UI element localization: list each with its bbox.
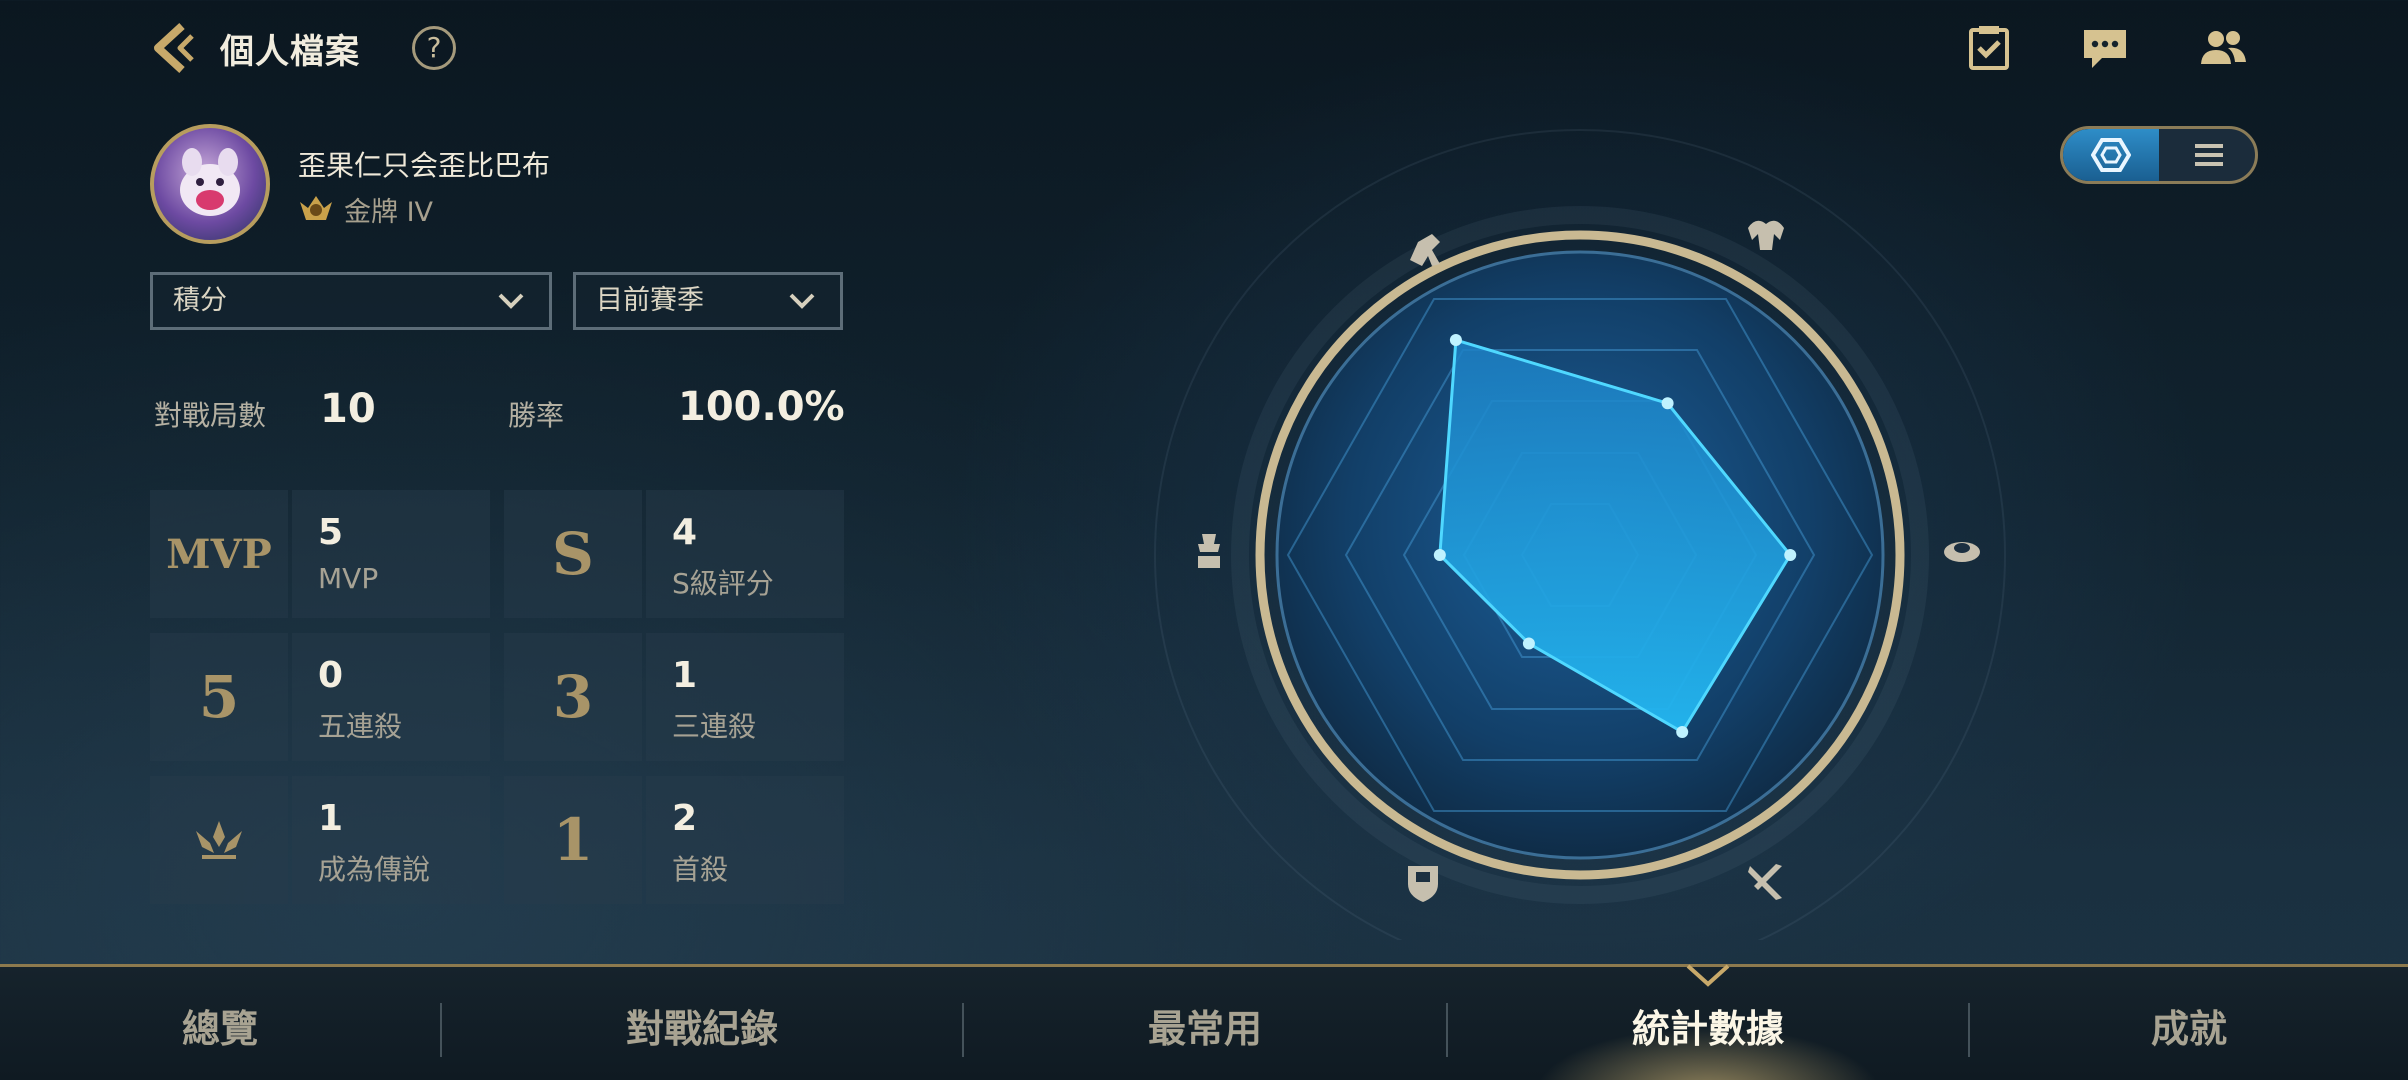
chevron-down-icon [789, 293, 815, 309]
stat-label: 首殺 [672, 853, 729, 886]
stat-value: 5 [318, 512, 344, 553]
stat-card-s-rank: 4 S級評分 [646, 490, 844, 618]
rank-label: 金牌 IV [344, 197, 434, 228]
tab-overview[interactable]: 總覽 [0, 967, 440, 1080]
legendary-icon [150, 776, 288, 904]
jungle-icon [1748, 864, 1782, 900]
penta-kill-icon: 5 [150, 633, 288, 761]
task-icon [1969, 26, 2009, 70]
radar-point-mage [1661, 397, 1674, 410]
stat-value: 1 [672, 655, 698, 696]
gold-rank-icon [296, 188, 336, 228]
page-title: 個人檔案 [220, 32, 360, 72]
matches-value: 10 [320, 386, 376, 432]
mode-select-value: 積分 [173, 285, 227, 316]
stat-label: 五連殺 [318, 710, 403, 743]
back-icon [154, 23, 194, 73]
s-rank-icon: S [504, 490, 642, 618]
season-select-value: 目前賽季 [596, 285, 704, 316]
friends-button[interactable] [2198, 24, 2248, 72]
back-button[interactable] [148, 18, 208, 78]
radar-view-button[interactable] [2063, 129, 2159, 181]
active-tab-indicator [1686, 964, 1730, 987]
friends-icon [2201, 31, 2246, 64]
mode-select[interactable]: 積分 [150, 272, 552, 330]
triple-kill-icon: 3 [504, 633, 642, 761]
chevron-down-icon [498, 293, 524, 309]
stat-card-first-blood: 2 首殺 [646, 776, 844, 904]
stat-card-penta-kill: 0 五連殺 [292, 633, 490, 761]
stat-label: MVP [318, 562, 379, 595]
first-blood-icon: 1 [504, 776, 642, 904]
assassin-icon [1198, 534, 1220, 568]
radar-point-support [1784, 549, 1797, 561]
chat-button[interactable] [2080, 24, 2130, 72]
help-button[interactable]: ? [412, 26, 456, 70]
radar-icon [2091, 138, 2131, 172]
mvp-icon: MVP [150, 490, 288, 618]
radar-point-assassin [1433, 549, 1446, 561]
avatar[interactable] [150, 124, 270, 244]
stat-value: 4 [672, 512, 698, 553]
bottom-nav: 總覽 對戰紀錄 最常用 統計數據 成就 [0, 964, 2408, 1080]
radar-point-jungle [1676, 726, 1689, 739]
tab-most-used[interactable]: 最常用 [964, 967, 1446, 1080]
stat-label: 三連殺 [672, 710, 757, 743]
task-button[interactable] [1964, 24, 2014, 72]
stat-card-legendary: 1 成為傳說 [292, 776, 490, 904]
stat-value: 1 [318, 798, 344, 839]
chat-icon [2084, 30, 2126, 68]
view-toggle[interactable] [2060, 126, 2258, 184]
stat-card-mvp: 5 MVP [292, 490, 490, 618]
radar-chart [1154, 129, 2006, 940]
player-name: 歪果仁只会歪比巴布 [298, 149, 551, 182]
stat-value: 2 [672, 798, 698, 839]
stat-value: 0 [318, 655, 344, 696]
tab-match-history[interactable]: 對戰紀錄 [442, 967, 962, 1080]
season-select[interactable]: 目前賽季 [573, 272, 843, 330]
mage-icon [1748, 220, 1784, 250]
winrate-value: 100.0% [678, 384, 845, 430]
stat-label: S級評分 [672, 567, 774, 600]
avatar-image [180, 148, 240, 216]
list-view-button[interactable] [2161, 129, 2255, 181]
tab-achievements[interactable]: 成就 [1970, 967, 2408, 1080]
radar-point-fighter [1449, 334, 1462, 347]
radar-point-tank [1522, 637, 1535, 650]
stat-label: 成為傳說 [318, 853, 431, 886]
list-icon [2195, 144, 2223, 166]
tank-icon [1408, 866, 1438, 902]
matches-label: 對戰局數 [154, 399, 267, 432]
stat-card-triple-kill: 1 三連殺 [646, 633, 844, 761]
winrate-label: 勝率 [508, 399, 565, 432]
help-icon: ? [426, 31, 442, 64]
support-icon [1944, 542, 1980, 562]
